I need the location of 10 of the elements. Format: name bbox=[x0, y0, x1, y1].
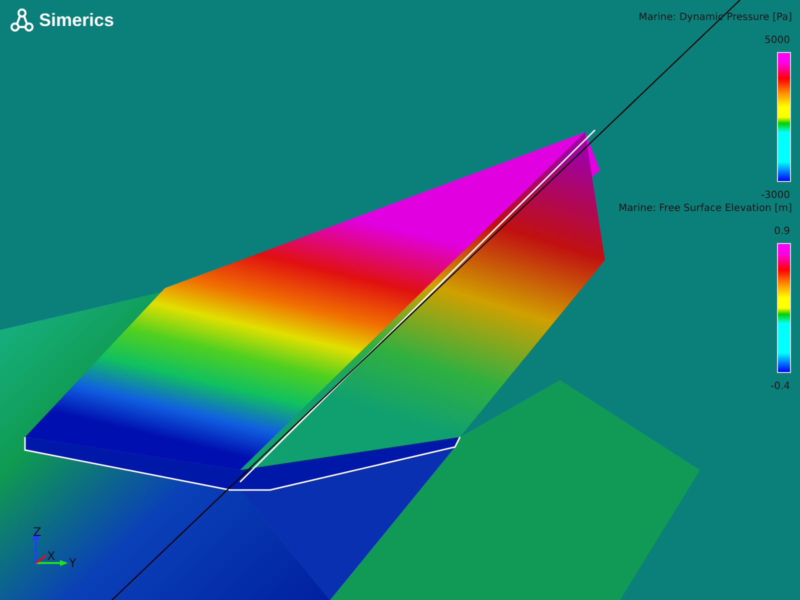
axis-label: Y bbox=[69, 556, 76, 570]
legend-title: Marine: Free Surface Elevation [m] bbox=[618, 203, 792, 214]
axis-label: X bbox=[47, 549, 56, 563]
legend-min-value: -0.4 bbox=[770, 381, 790, 392]
logo-text: Simerics bbox=[39, 10, 114, 30]
legend-max-value: 0.9 bbox=[774, 226, 790, 237]
legend-min-value: -3000 bbox=[760, 190, 790, 201]
legend-max-value: 5000 bbox=[764, 35, 790, 46]
axis-label: Z bbox=[33, 525, 42, 539]
logo-icon bbox=[10, 8, 34, 32]
